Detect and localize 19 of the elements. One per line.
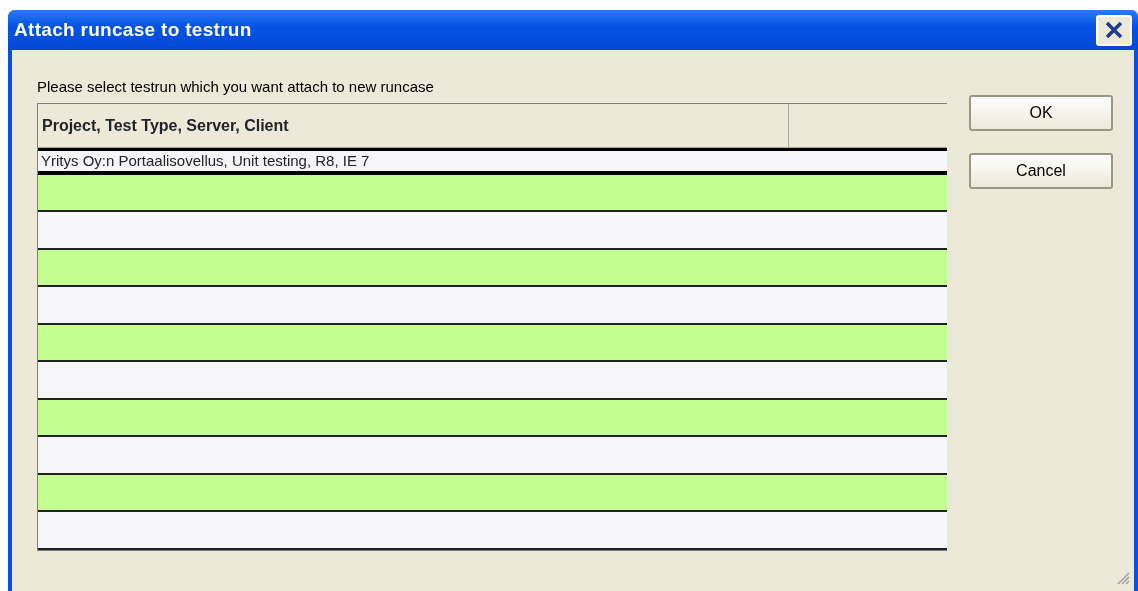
selected-row[interactable]: Yritys Oy:n Portaalisovellus, Unit testing, R8, IE 7 (38, 147, 947, 175)
cancel-button[interactable]: Cancel (969, 153, 1113, 189)
close-icon (1104, 20, 1124, 40)
close-button[interactable] (1096, 14, 1132, 46)
table-row[interactable] (38, 437, 947, 475)
table-row[interactable] (38, 324, 947, 362)
table-row[interactable] (38, 174, 947, 212)
table-row[interactable] (38, 399, 947, 437)
table-cell: Yritys Oy:n Portaalisovellus, Unit testing, R8, IE 7 (41, 151, 370, 169)
resize-grip-icon (1116, 571, 1130, 585)
table-row[interactable] (38, 249, 947, 287)
table-row[interactable] (38, 287, 947, 325)
instruction-text: Please select testrun which you want attach to new runcase (37, 77, 435, 97)
table-row[interactable] (38, 474, 947, 512)
table-row[interactable] (38, 512, 947, 550)
window-title: Attach runcase to testrun (14, 17, 252, 42)
table-row[interactable] (38, 212, 947, 250)
table-row[interactable] (38, 362, 947, 400)
ok-button[interactable]: OK (969, 95, 1113, 131)
